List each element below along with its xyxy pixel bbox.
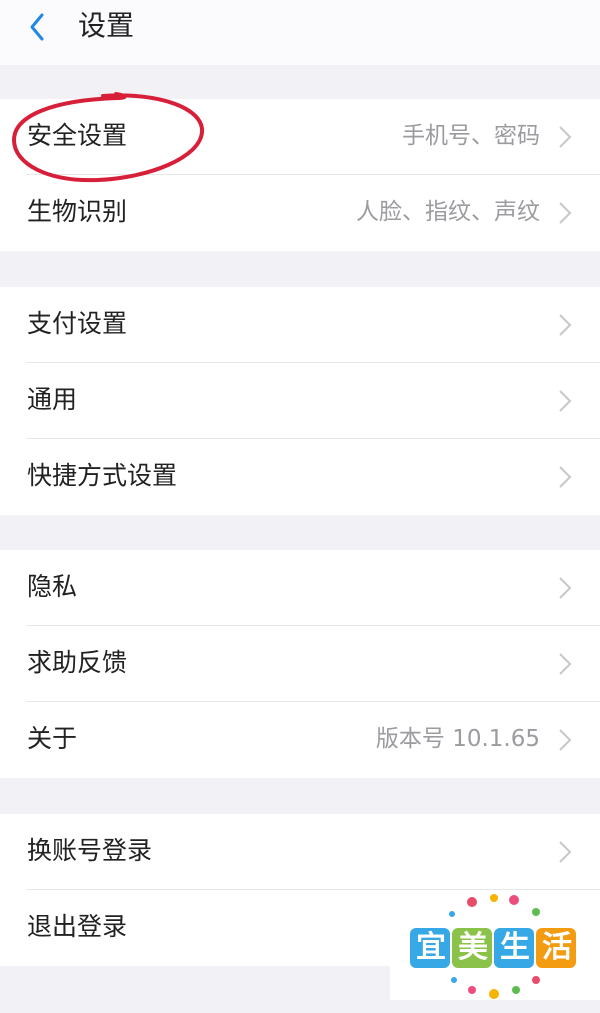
chevron-right-icon: [559, 729, 572, 751]
chevron-left-icon[interactable]: [22, 8, 62, 48]
settings-item-about[interactable]: 关于 版本号 10.1.65: [0, 702, 600, 778]
settings-item-label: 换账号登录: [27, 836, 153, 865]
settings-item-label: 快捷方式设置: [27, 461, 178, 490]
settings-page: 设置 安全设置 手机号、密码 生物识别 人脸、指纹、声纹 支付设置 通用 快捷方…: [0, 0, 600, 1013]
settings-item-switch-account[interactable]: 换账号登录: [0, 814, 600, 890]
settings-group-general: 支付设置 通用 快捷方式设置: [0, 287, 600, 515]
chevron-right-icon: [559, 314, 572, 336]
watermark-logo: 宜美生活: [390, 890, 600, 1000]
chevron-right-icon: [559, 126, 572, 148]
settings-item-privacy[interactable]: 隐私: [0, 550, 600, 626]
settings-item-label: 支付设置: [27, 309, 128, 338]
settings-item-security[interactable]: 安全设置 手机号、密码: [0, 99, 600, 175]
settings-item-shortcuts[interactable]: 快捷方式设置: [0, 439, 600, 515]
settings-group-privacy-about: 隐私 求助反馈 关于 版本号 10.1.65: [0, 550, 600, 778]
settings-item-label: 关于: [27, 724, 78, 753]
settings-item-value: 手机号、密码: [402, 123, 540, 149]
chevron-right-icon: [559, 202, 572, 224]
chevron-right-icon: [559, 390, 572, 412]
chevron-right-icon: [559, 577, 572, 599]
settings-item-general[interactable]: 通用: [0, 363, 600, 439]
settings-item-value: 人脸、指纹、声纹: [356, 199, 540, 225]
chevron-right-icon: [559, 466, 572, 488]
chevron-right-icon: [559, 841, 572, 863]
settings-item-label: 通用: [27, 385, 78, 414]
settings-item-payment[interactable]: 支付设置: [0, 287, 600, 363]
chevron-right-icon: [559, 653, 572, 675]
settings-group-account-security: 安全设置 手机号、密码 生物识别 人脸、指纹、声纹: [0, 99, 600, 251]
settings-item-label: 生物识别: [27, 197, 128, 226]
settings-item-label: 退出登录: [27, 912, 128, 941]
page-title: 设置: [78, 9, 135, 42]
watermark-text: 宜美生活: [416, 930, 584, 965]
settings-item-label: 求助反馈: [27, 648, 128, 677]
settings-item-help-feedback[interactable]: 求助反馈: [0, 626, 600, 702]
nav-bar: 设置: [0, 0, 600, 65]
settings-item-label: 安全设置: [27, 121, 128, 150]
version-value: 版本号 10.1.65: [375, 726, 540, 752]
settings-item-label: 隐私: [27, 572, 78, 601]
settings-item-biometrics[interactable]: 生物识别 人脸、指纹、声纹: [0, 175, 600, 251]
